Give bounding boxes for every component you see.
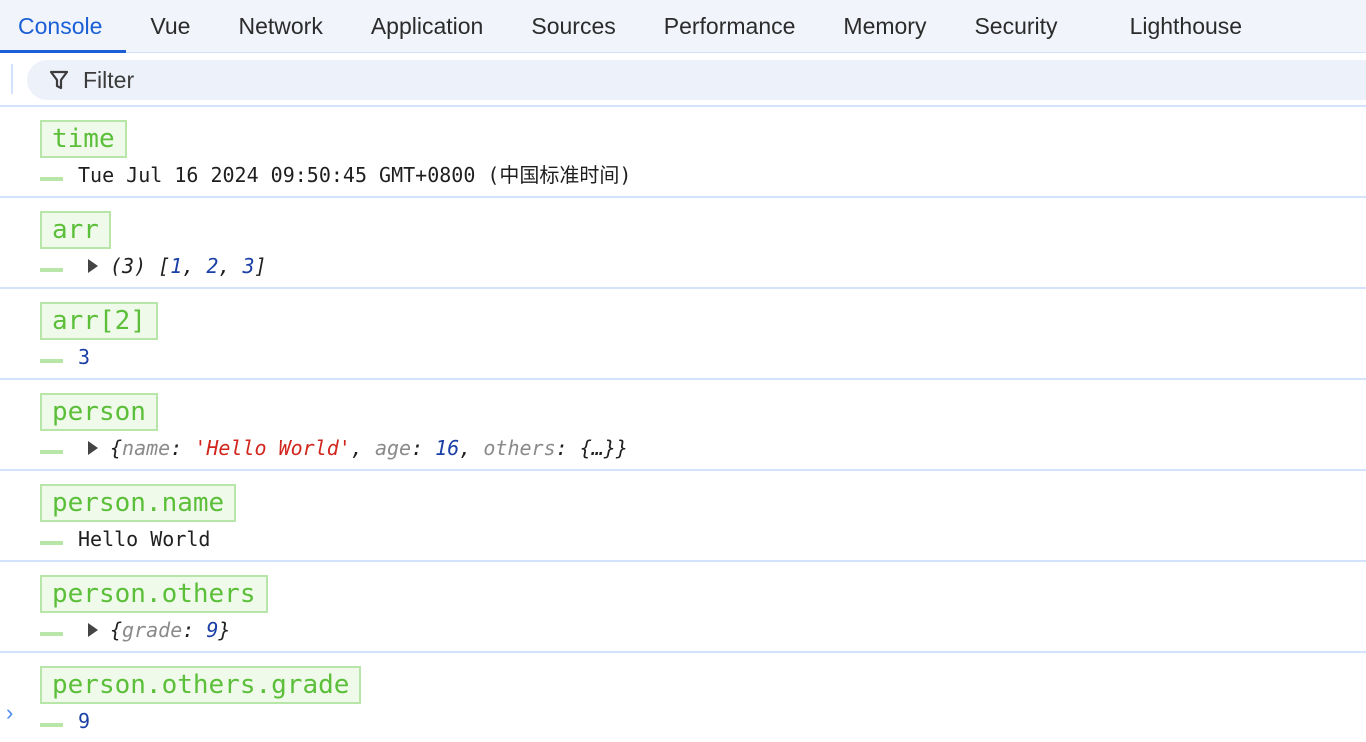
array-item: 1 (170, 254, 183, 278)
object-value: 'Hello World' (194, 436, 351, 460)
filter-icon (49, 70, 69, 90)
entry-value: Tue Jul 16 2024 09:50:45 GMT+0800 (中国标准时… (78, 163, 632, 187)
expand-triangle-icon[interactable] (88, 441, 98, 455)
object-key: name (122, 436, 171, 460)
tab-sources[interactable]: Sources (507, 0, 639, 52)
object-value: {…} (579, 436, 616, 460)
object-value: 9 (206, 618, 219, 642)
object-key: age (374, 436, 412, 460)
entry-label: person (40, 393, 158, 431)
log-marker (40, 177, 63, 181)
entry-label: person.others.grade (40, 666, 362, 704)
object-value: 16 (435, 436, 460, 460)
tab-performance[interactable]: Performance (640, 0, 820, 52)
filter-placeholder: Filter (83, 66, 135, 93)
console-entry: arr[2] 3 (0, 289, 1366, 380)
console-entry: person.others.grade 9 (0, 653, 1366, 742)
array-count: (3) (110, 254, 147, 278)
log-marker (40, 632, 63, 636)
entry-label: arr (40, 211, 111, 249)
entry-label: arr[2] (40, 302, 158, 340)
console-entry: person.others {grade: 9} (0, 562, 1366, 653)
tab-network[interactable]: Network (214, 0, 346, 52)
entry-label: time (40, 120, 127, 158)
console-entry: time Tue Jul 16 2024 09:50:45 GMT+0800 (… (0, 107, 1366, 198)
log-marker (40, 450, 63, 454)
object-key: others (483, 436, 556, 460)
devtools-tabbar: Console Vue Network Application Sources … (0, 0, 1366, 53)
entry-value: Hello World (78, 527, 211, 551)
array-item: 2 (206, 254, 219, 278)
entry-value: 9 (78, 709, 91, 733)
console-prompt-icon[interactable]: › (6, 700, 13, 726)
entry-label: person.name (40, 484, 237, 522)
console-toolbar: Filter (0, 53, 1366, 107)
log-marker (40, 541, 63, 545)
expand-triangle-icon[interactable] (88, 623, 98, 637)
array-item: 3 (242, 254, 255, 278)
log-marker (40, 268, 63, 272)
console-entry: arr (3) [1, 2, 3] (0, 198, 1366, 289)
console-entry: person {name: 'Hello World', age: 16, ot… (0, 380, 1366, 471)
tab-application[interactable]: Application (347, 0, 508, 52)
filter-input[interactable]: Filter (27, 60, 1366, 100)
entry-label: person.others (40, 575, 268, 613)
tab-memory[interactable]: Memory (819, 0, 950, 52)
expand-triangle-icon[interactable] (88, 259, 98, 273)
toolbar-divider (11, 64, 13, 94)
log-marker (40, 359, 63, 363)
console-entry: person.name Hello World (0, 471, 1366, 562)
tab-console[interactable]: Console (0, 0, 127, 53)
log-marker (40, 723, 63, 727)
entry-value: 3 (78, 345, 91, 369)
tab-lighthouse[interactable]: Lighthouse (1082, 0, 1267, 52)
tab-security[interactable]: Security (950, 0, 1081, 52)
tab-vue[interactable]: Vue (126, 0, 214, 52)
object-key: grade (122, 618, 183, 642)
